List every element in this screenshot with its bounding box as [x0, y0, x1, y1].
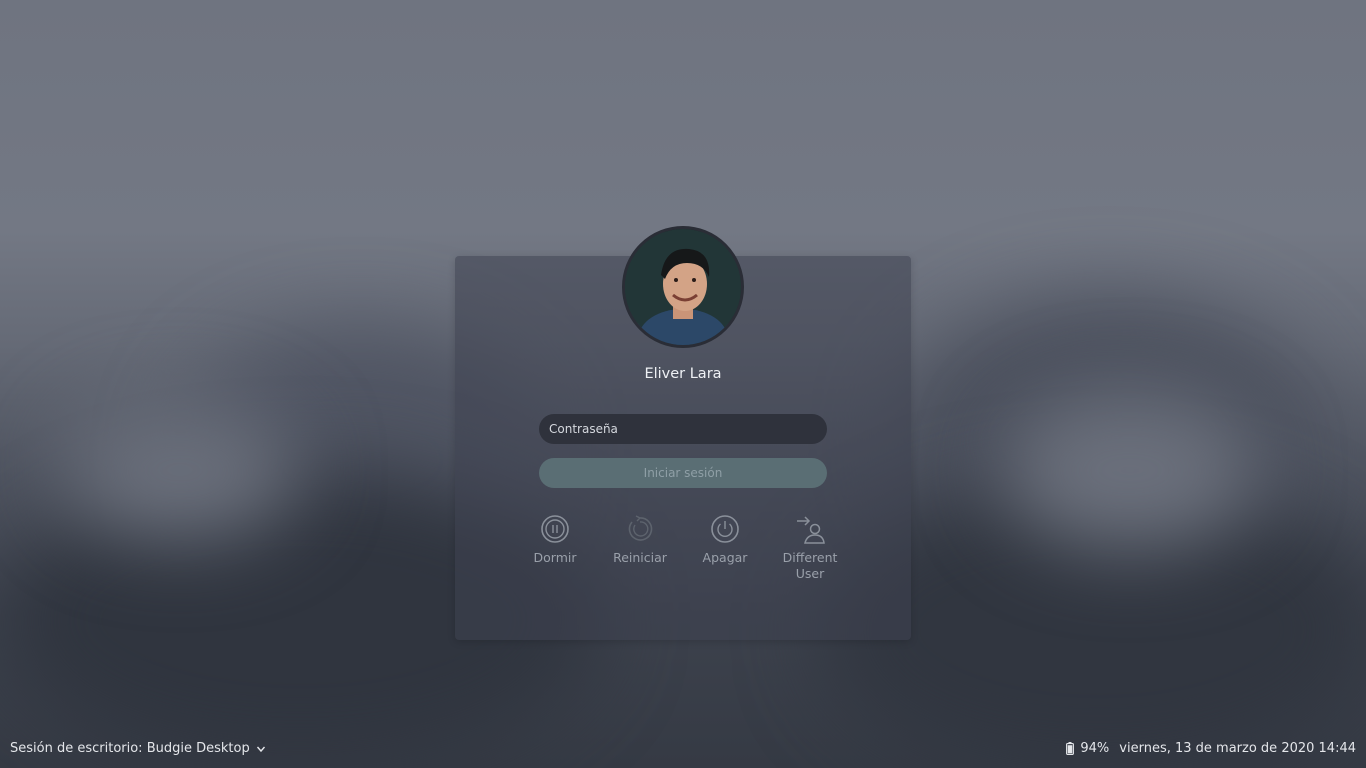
user-name: Eliver Lara — [644, 366, 722, 382]
suspend-button[interactable]: Dormir — [515, 512, 595, 566]
session-selector[interactable]: Sesión de escritorio: Budgie Desktop — [10, 741, 266, 756]
battery-percent: 94% — [1080, 741, 1110, 756]
login-button[interactable]: Iniciar sesión — [539, 458, 827, 488]
password-input[interactable] — [539, 414, 827, 444]
clock: viernes, 13 de marzo de 2020 14:44 — [1119, 741, 1356, 756]
suspend-icon — [541, 515, 569, 543]
suspend-label: Dormir — [533, 550, 577, 565]
different-user-button[interactable]: Different User — [770, 512, 850, 582]
user-photo — [625, 229, 741, 345]
battery-indicator: 94% — [1066, 741, 1109, 756]
different-user-label: Different User — [782, 550, 838, 581]
battery-icon — [1066, 742, 1075, 755]
status-area: 94% viernes, 13 de marzo de 2020 14:44 — [1066, 741, 1356, 756]
shutdown-label: Apagar — [702, 550, 748, 565]
login-screen: Eliver Lara Iniciar sesión Dormir Reinic… — [0, 0, 1366, 768]
restart-button[interactable]: Reiniciar — [600, 512, 680, 566]
chevron-down-icon — [256, 746, 265, 752]
restart-icon — [628, 515, 653, 541]
restart-label: Reiniciar — [613, 550, 667, 565]
shutdown-button[interactable]: Apagar — [685, 512, 765, 566]
switch-user-icon — [797, 516, 825, 544]
power-icon — [711, 515, 739, 543]
session-label: Sesión de escritorio: Budgie Desktop — [10, 741, 250, 756]
avatar — [622, 226, 744, 348]
